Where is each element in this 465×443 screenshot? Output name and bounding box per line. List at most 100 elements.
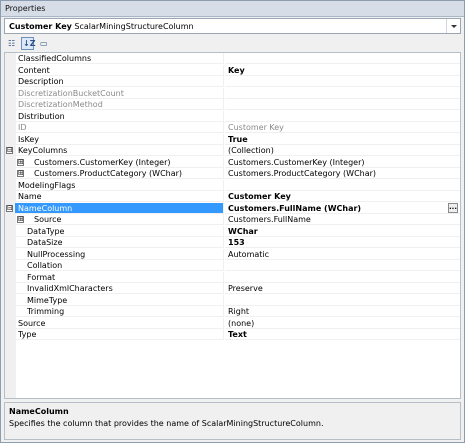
property-row[interactable]: ID Customer Key (5, 122, 460, 133)
property-name[interactable]: MimeType (15, 294, 224, 306)
row-gutter (5, 53, 15, 64)
property-value[interactable] (225, 295, 460, 306)
property-row[interactable]: IsKey True (5, 133, 460, 145)
property-name[interactable]: NameColumn (15, 202, 224, 214)
property-value[interactable] (225, 88, 460, 99)
property-row[interactable]: DiscretizationBucketCount (5, 87, 460, 99)
property-name[interactable]: NullProcessing (15, 248, 224, 260)
property-name[interactable]: ClassifiedColumns (15, 53, 224, 64)
property-row[interactable]: ModelingFlags (5, 179, 460, 191)
property-row[interactable]: ⊞ Source Customers.FullName (5, 214, 460, 225)
property-name[interactable]: Content (15, 64, 224, 76)
row-gutter (5, 179, 15, 191)
object-selector-text: Customer Key ScalarMiningStructureColumn (9, 22, 194, 31)
property-row[interactable]: ⊟ KeyColumns (Collection) (5, 145, 460, 156)
property-row[interactable]: Name Customer Key (5, 191, 460, 202)
property-value[interactable]: Customers.ProductCategory (WChar) (225, 168, 460, 179)
property-row[interactable]: Description (5, 76, 460, 87)
property-name[interactable]: Trimming (15, 306, 224, 317)
property-value[interactable]: Customer Key (225, 191, 460, 202)
property-name[interactable]: DiscretizationMethod (15, 99, 224, 110)
property-value[interactable] (225, 111, 460, 122)
property-value[interactable]: Automatic (225, 249, 460, 260)
categorized-button[interactable]: ☷ (6, 37, 19, 50)
property-row[interactable]: Distribution (5, 110, 460, 122)
property-name[interactable]: IsKey (15, 133, 224, 145)
property-value[interactable] (225, 180, 460, 191)
property-row[interactable]: Format (5, 271, 460, 283)
property-value[interactable]: 153 (225, 237, 460, 248)
alphabetical-button[interactable]: ↓Z (21, 37, 36, 50)
ellipsis-button[interactable]: ... (448, 202, 458, 213)
property-name[interactable]: Collation (15, 260, 224, 271)
property-value[interactable] (225, 76, 460, 87)
property-name-text: Description (18, 77, 64, 86)
property-value[interactable] (225, 260, 460, 271)
property-name[interactable]: Format (15, 271, 224, 283)
property-name[interactable]: ModelingFlags (15, 179, 224, 191)
property-value[interactable]: Customers.FullName (WChar)... (225, 202, 460, 214)
property-name[interactable]: ID (15, 122, 224, 133)
row-gutter (5, 99, 15, 110)
property-row[interactable]: Content Key (5, 64, 460, 76)
property-value[interactable]: Customers.FullName (225, 214, 460, 225)
property-name[interactable]: DiscretizationBucketCount (15, 87, 224, 99)
property-value[interactable]: (Collection) (225, 145, 460, 156)
property-row[interactable]: Trimming Right (5, 306, 460, 317)
property-value[interactable] (225, 53, 460, 64)
property-pages-button[interactable]: ▭ (38, 37, 51, 50)
property-row[interactable]: DataType WChar (5, 225, 460, 237)
property-value[interactable] (225, 99, 460, 110)
property-value[interactable]: Key (225, 65, 460, 76)
property-row[interactable]: DiscretizationMethod (5, 99, 460, 110)
property-value-text: Customers.ProductCategory (WChar) (228, 169, 377, 178)
property-name[interactable]: Type (15, 329, 224, 340)
collapse-icon[interactable]: ⊟ (6, 204, 13, 212)
row-gutter (5, 248, 15, 260)
property-row[interactable]: MimeType (5, 294, 460, 306)
property-row[interactable]: ⊞ Customers.CustomerKey (Integer) Customer… (5, 156, 460, 168)
property-value[interactable] (225, 272, 460, 283)
property-name[interactable]: Source (15, 214, 224, 225)
property-value-text (225, 89, 228, 98)
property-name[interactable]: KeyColumns (15, 145, 224, 156)
property-name[interactable]: Name (15, 191, 224, 202)
property-value-text (225, 273, 228, 282)
property-row[interactable]: Collation (5, 260, 460, 271)
property-row[interactable]: ⊟ NameColumn Customers.FullName (WChar)... (5, 202, 460, 214)
description-title: NameColumn (9, 407, 69, 416)
property-value[interactable]: Text (225, 329, 460, 340)
property-row[interactable]: ⊞ Customers.ProductCategory (WChar) Custom… (5, 168, 460, 179)
property-name[interactable]: DataType (15, 225, 224, 237)
property-name[interactable]: Distribution (15, 110, 224, 122)
chevron-down-icon[interactable] (446, 19, 460, 33)
property-value-text: WChar (228, 226, 258, 236)
object-selector-dropdown[interactable]: Customer Key ScalarMiningStructureColumn (4, 18, 461, 34)
property-name[interactable]: Description (15, 76, 224, 87)
property-name[interactable]: Customers.ProductCategory (WChar) (15, 168, 224, 179)
property-value[interactable]: Right (225, 306, 460, 317)
collapse-icon[interactable]: ⊟ (6, 147, 13, 154)
row-gutter (5, 168, 15, 179)
property-value[interactable]: (none) (225, 318, 460, 329)
property-value[interactable]: Preserve (225, 283, 460, 294)
property-name[interactable]: DataSize (15, 237, 224, 248)
property-row[interactable]: NullProcessing Automatic (5, 248, 460, 260)
property-row[interactable]: ClassifiedColumns (5, 53, 460, 64)
property-value-text: (none) (228, 318, 255, 328)
window-title: Properties (5, 4, 46, 13)
property-name-text: Customers.CustomerKey (Integer) (34, 157, 171, 167)
property-name[interactable]: Source (15, 317, 224, 329)
property-value[interactable]: Customers.CustomerKey (Integer) (225, 157, 460, 168)
property-value[interactable]: WChar (225, 226, 460, 237)
property-row[interactable]: InvalidXmlCharacters Preserve (5, 283, 460, 294)
property-name[interactable]: Customers.CustomerKey (Integer) (15, 156, 224, 168)
property-value[interactable]: True (225, 134, 460, 145)
property-value[interactable]: Customer Key (225, 122, 460, 133)
property-row[interactable]: Source (none) (5, 317, 460, 329)
property-row[interactable]: DataSize 153 (5, 237, 460, 248)
property-name[interactable]: InvalidXmlCharacters (15, 283, 224, 294)
property-name-text: ModelingFlags (18, 180, 76, 190)
property-row[interactable]: Type Text (5, 329, 460, 340)
property-value-text: Automatic (228, 249, 270, 259)
